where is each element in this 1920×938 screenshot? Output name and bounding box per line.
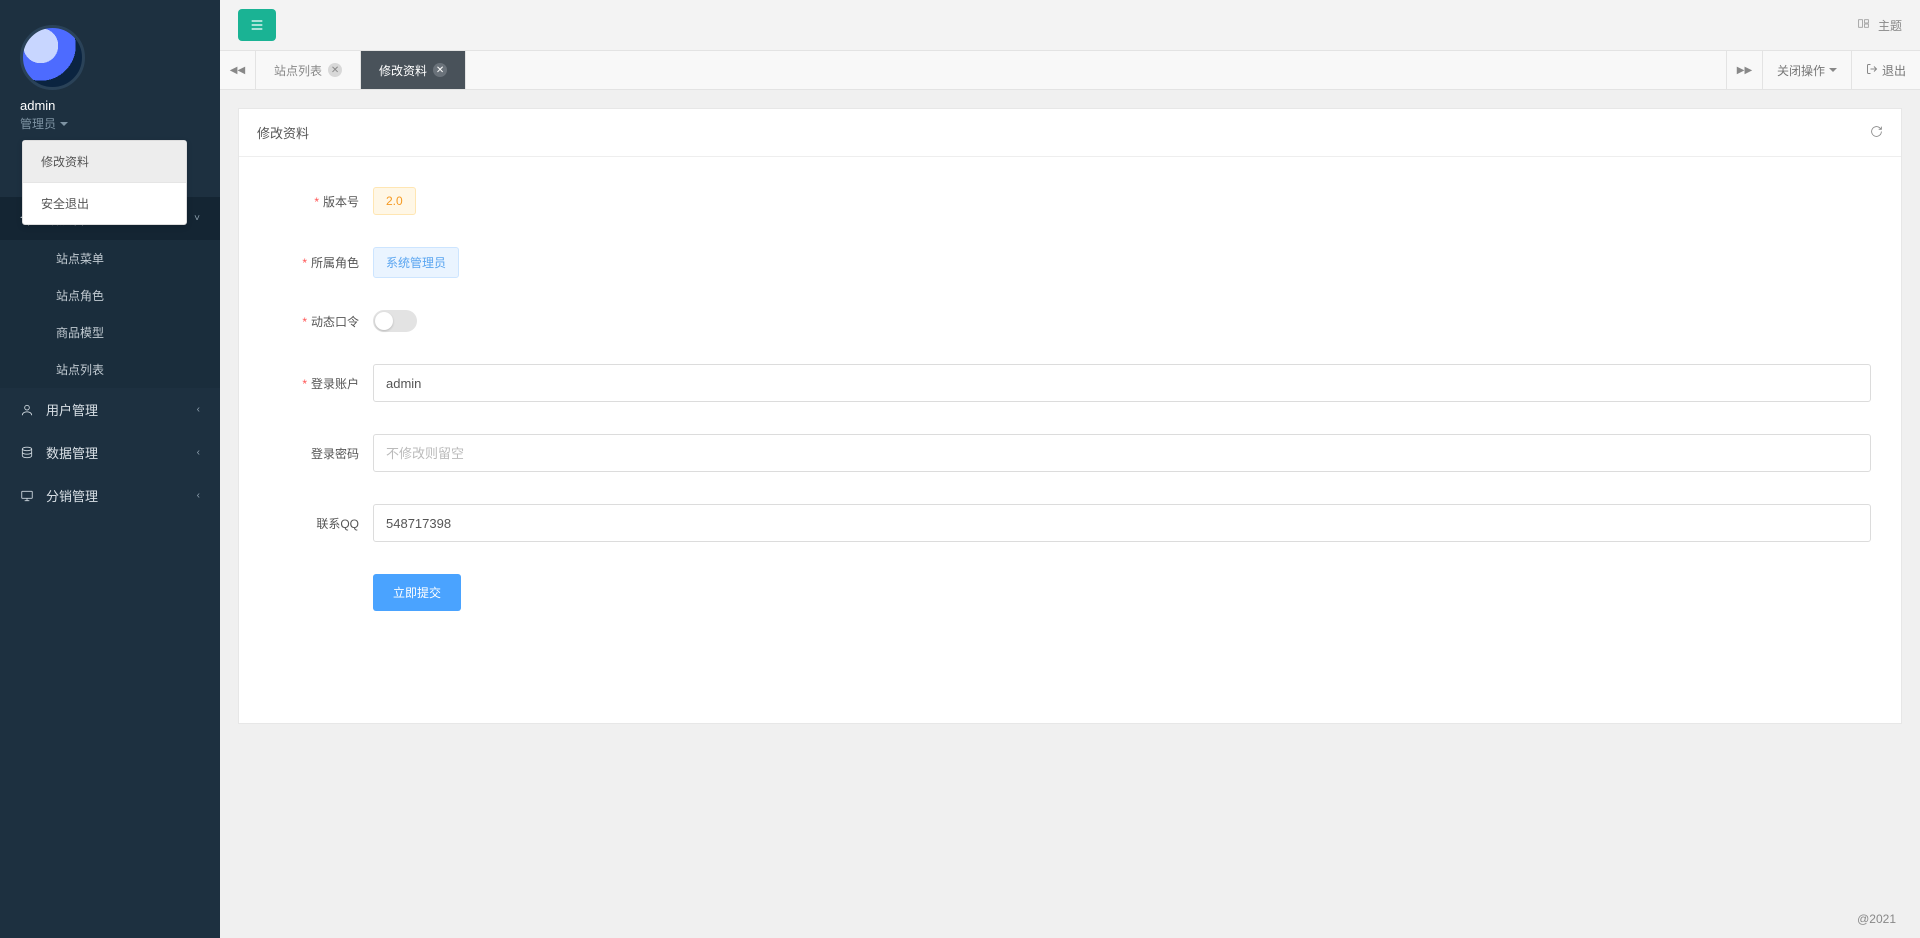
panel-body: *版本号 2.0 *所属角色 系统管理员 *动态口令 <box>239 157 1901 723</box>
required-mark: * <box>302 256 307 270</box>
sidebar-nav: 站点管理 ˅ 站点菜单 站点角色 商品模型 站点列表 用户管理 ‹ 数据管理 ‹ <box>0 197 220 517</box>
tab-label: 修改资料 <box>379 62 427 79</box>
submit-button[interactable]: 立即提交 <box>373 574 461 611</box>
user-role-label: 管理员 <box>20 115 56 132</box>
dropdown-edit-profile[interactable]: 修改资料 <box>23 141 186 182</box>
row-password: 登录密码 <box>269 434 1871 472</box>
subnav-site-role[interactable]: 站点角色 <box>0 277 220 314</box>
logout-button[interactable]: 退出 <box>1851 51 1920 89</box>
caret-down-icon <box>60 122 68 126</box>
tabs-container: 站点列表 ✕ 修改资料 ✕ <box>256 51 1726 89</box>
avatar <box>20 25 85 90</box>
panel-refresh-button[interactable] <box>1870 125 1883 141</box>
field-submit: 立即提交 <box>373 574 1871 611</box>
topbar-right: 主题 <box>1857 17 1902 34</box>
label-account: *登录账户 <box>269 375 359 392</box>
tab-edit-profile[interactable]: 修改资料 ✕ <box>361 51 466 89</box>
row-version: *版本号 2.0 <box>269 187 1871 215</box>
tab-label: 站点列表 <box>274 62 322 79</box>
user-icon <box>20 403 34 417</box>
chevron-down-icon: ˅ <box>194 213 200 224</box>
nav-site-submenu: 站点菜单 站点角色 商品模型 站点列表 <box>0 240 220 388</box>
role-tag: 系统管理员 <box>373 247 459 278</box>
label-role: *所属角色 <box>269 254 359 271</box>
user-block: admin 管理员 修改资料 安全退出 <box>0 0 220 142</box>
database-icon <box>20 446 34 460</box>
profile-panel: 修改资料 *版本号 2.0 *所属角色 <box>238 108 1902 724</box>
nav-data-manage[interactable]: 数据管理 ‹ <box>0 431 220 474</box>
nav-user-label: 用户管理 <box>46 400 98 419</box>
theme-icon <box>1857 17 1870 33</box>
panel-title: 修改资料 <box>257 123 309 142</box>
row-account: *登录账户 <box>269 364 1871 402</box>
label-otp: *动态口令 <box>269 313 359 330</box>
role-dropdown-toggle[interactable]: 管理员 <box>20 115 200 132</box>
chevron-left-icon: ‹ <box>197 404 200 415</box>
label-password: 登录密码 <box>269 445 359 462</box>
field-role: 系统管理员 <box>373 247 1871 278</box>
nav-data-label: 数据管理 <box>46 443 98 462</box>
logout-icon <box>1866 63 1878 78</box>
field-account <box>373 364 1871 402</box>
row-qq: 联系QQ <box>269 504 1871 542</box>
row-role: *所属角色 系统管理员 <box>269 247 1871 278</box>
tabstrip-actions: ▶▶ 关闭操作 退出 <box>1726 51 1920 89</box>
sidebar-toggle-button[interactable] <box>238 9 276 41</box>
nav-dist-manage[interactable]: 分销管理 ‹ <box>0 474 220 517</box>
account-input[interactable] <box>373 364 1871 402</box>
otp-switch[interactable] <box>373 310 417 332</box>
footer-copyright: @2021 <box>1857 912 1896 926</box>
password-input[interactable] <box>373 434 1871 472</box>
monitor-icon <box>20 489 34 503</box>
caret-down-icon <box>1829 68 1837 72</box>
nav-user-manage[interactable]: 用户管理 ‹ <box>0 388 220 431</box>
content-area: 修改资料 *版本号 2.0 *所属角色 <box>220 90 1920 938</box>
subnav-site-menu[interactable]: 站点菜单 <box>0 240 220 277</box>
panel-header: 修改资料 <box>239 109 1901 157</box>
tab-close-icon[interactable]: ✕ <box>433 63 447 77</box>
chevron-left-icon: ‹ <box>197 490 200 501</box>
tabs-close-ops[interactable]: 关闭操作 <box>1762 51 1851 89</box>
required-mark: * <box>302 377 307 391</box>
tabs-scroll-right[interactable]: ▶▶ <box>1726 51 1762 89</box>
field-otp <box>373 310 1871 332</box>
label-qq: 联系QQ <box>269 515 359 532</box>
sidebar: admin 管理员 修改资料 安全退出 ‹ 站点管理 ˅ 站点菜单 站点角色 商… <box>0 0 220 938</box>
row-submit: 立即提交 <box>269 574 1871 611</box>
tabstrip: ◀◀ 站点列表 ✕ 修改资料 ✕ ▶▶ 关闭操作 退出 <box>220 50 1920 90</box>
topbar: 主题 <box>220 0 1920 50</box>
nav-dist-label: 分销管理 <box>46 486 98 505</box>
tab-close-icon[interactable]: ✕ <box>328 63 342 77</box>
chevron-left-icon: ‹ <box>197 447 200 458</box>
field-qq <box>373 504 1871 542</box>
field-password <box>373 434 1871 472</box>
tab-site-list[interactable]: 站点列表 ✕ <box>256 51 361 89</box>
close-ops-label: 关闭操作 <box>1777 62 1825 79</box>
required-mark: * <box>314 195 319 209</box>
required-mark: * <box>302 315 307 329</box>
subnav-site-list[interactable]: 站点列表 <box>0 351 220 388</box>
qq-input[interactable] <box>373 504 1871 542</box>
row-otp: *动态口令 <box>269 310 1871 332</box>
subnav-goods-model[interactable]: 商品模型 <box>0 314 220 351</box>
dropdown-logout[interactable]: 安全退出 <box>23 183 186 224</box>
username: admin <box>20 98 200 113</box>
role-dropdown-menu: 修改资料 安全退出 <box>22 140 187 225</box>
label-version: *版本号 <box>269 193 359 210</box>
field-version: 2.0 <box>373 187 1871 215</box>
theme-button[interactable]: 主题 <box>1878 17 1902 34</box>
tabs-scroll-left[interactable]: ◀◀ <box>220 51 256 89</box>
version-tag: 2.0 <box>373 187 416 215</box>
main-area: 主题 ◀◀ 站点列表 ✕ 修改资料 ✕ ▶▶ 关闭操作 <box>220 0 1920 938</box>
logout-label: 退出 <box>1882 62 1906 79</box>
